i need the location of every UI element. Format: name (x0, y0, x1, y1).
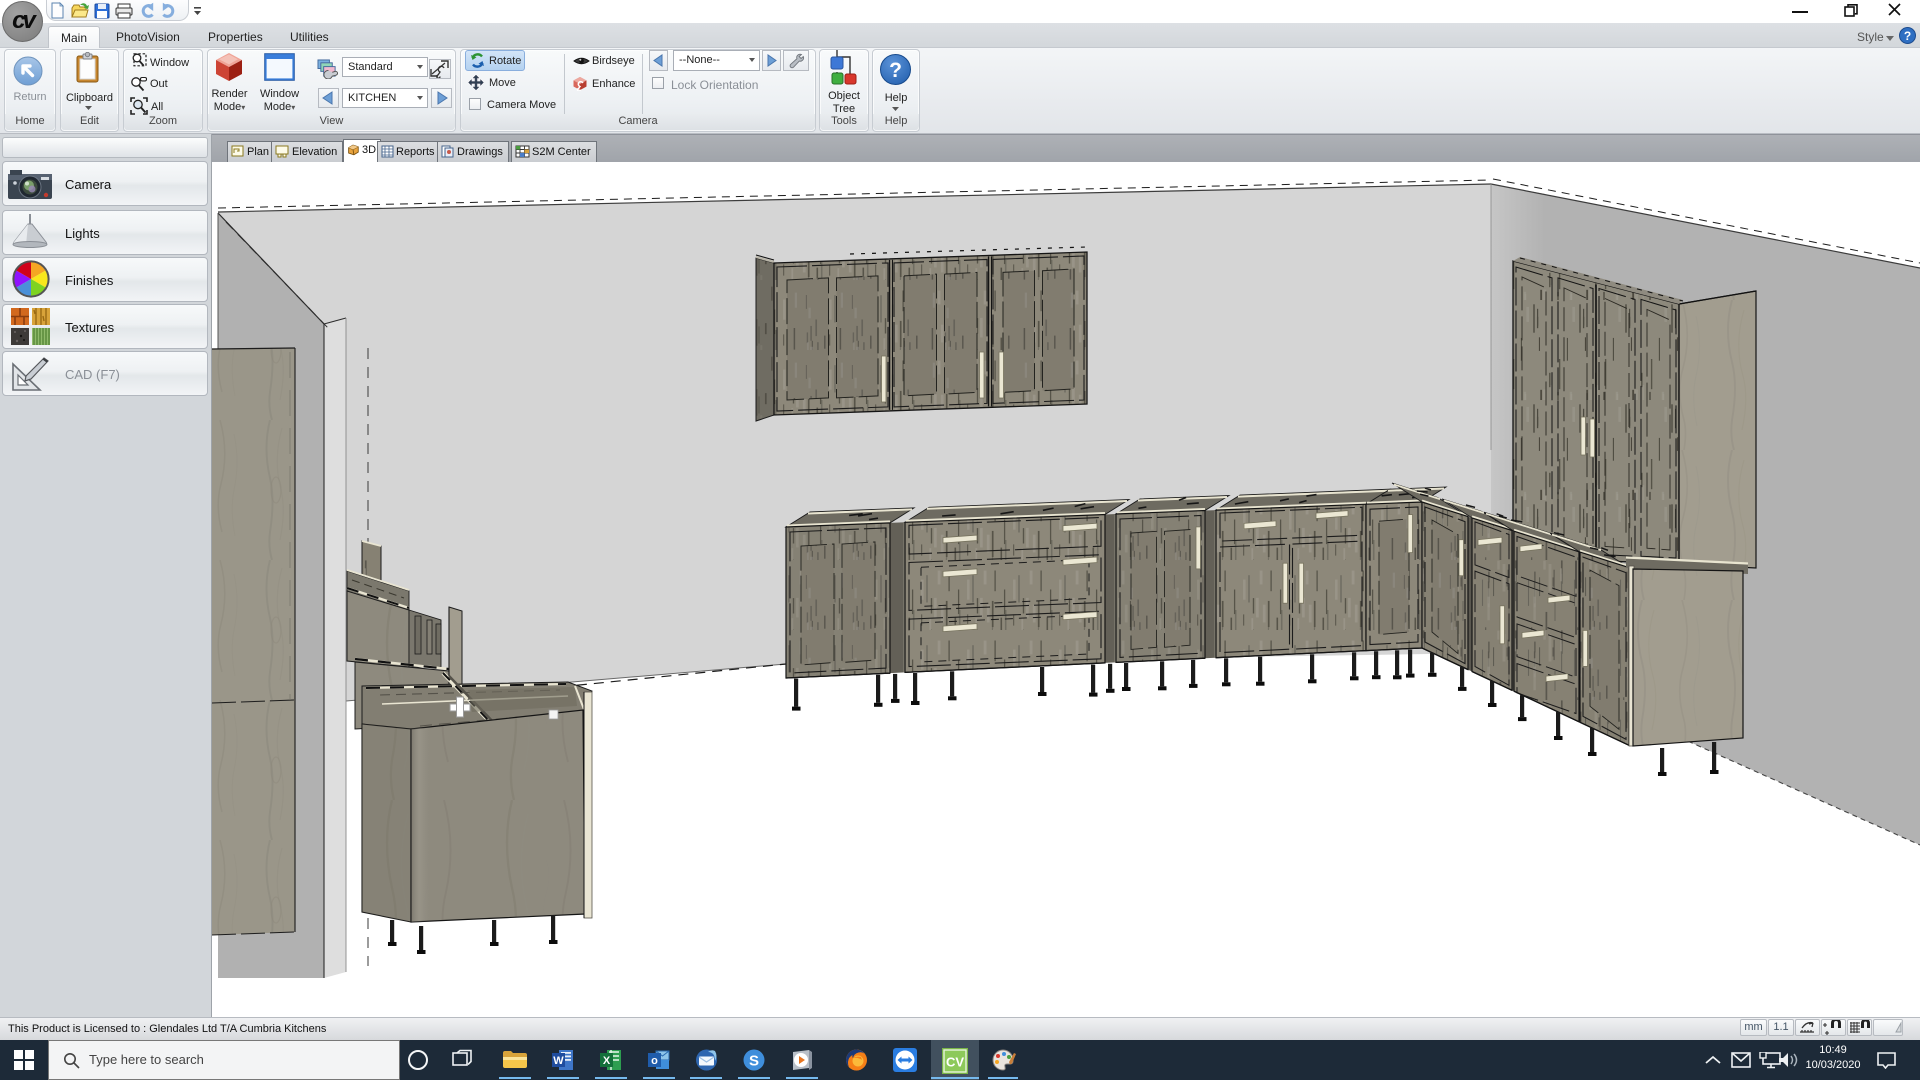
svg-text:?: ? (1904, 29, 1911, 43)
svg-text:CV: CV (946, 1055, 964, 1070)
svg-text:X: X (603, 1055, 611, 1067)
svg-text:S: S (749, 1053, 759, 1070)
svg-text:o: o (651, 1055, 658, 1067)
svg-text:?: ? (889, 59, 902, 82)
svg-text:W: W (553, 1055, 564, 1067)
